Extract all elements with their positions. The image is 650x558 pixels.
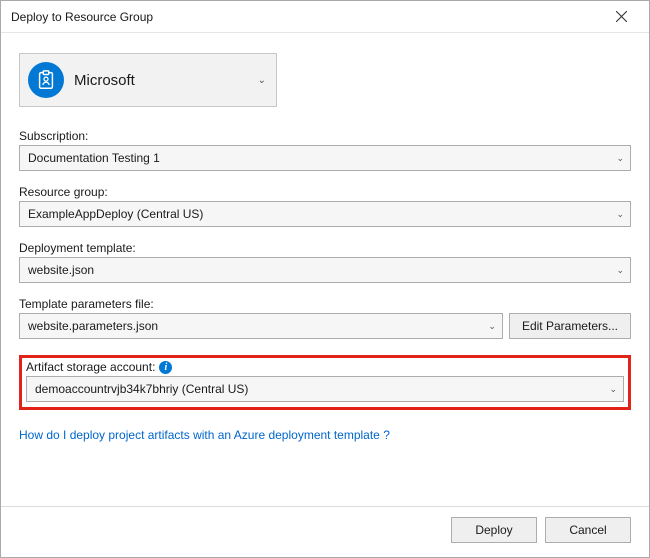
artifact-storage-value: demoaccountrvjb34k7bhriy (Central US) bbox=[35, 382, 609, 396]
subscription-field: Subscription: Documentation Testing 1 ⌄ bbox=[19, 129, 631, 171]
chevron-down-icon: ⌄ bbox=[488, 321, 496, 332]
artifact-storage-label-text: Artifact storage account: bbox=[26, 360, 155, 374]
template-params-field: Template parameters file: website.parame… bbox=[19, 297, 631, 339]
resource-group-dropdown[interactable]: ExampleAppDeploy (Central US) ⌄ bbox=[19, 201, 631, 227]
template-params-dropdown[interactable]: website.parameters.json ⌄ bbox=[19, 313, 503, 339]
resource-group-field: Resource group: ExampleAppDeploy (Centra… bbox=[19, 185, 631, 227]
chevron-down-icon: ⌄ bbox=[616, 153, 624, 164]
close-button[interactable] bbox=[601, 3, 641, 31]
deploy-dialog: Deploy to Resource Group Microsoft ⌄ Sub bbox=[0, 0, 650, 558]
artifact-storage-highlight: Artifact storage account: i demoaccountr… bbox=[19, 355, 631, 410]
account-name: Microsoft bbox=[74, 72, 258, 89]
chevron-down-icon: ⌄ bbox=[258, 75, 266, 86]
chevron-down-icon: ⌄ bbox=[616, 265, 624, 276]
badge-icon bbox=[28, 62, 64, 98]
deployment-template-dropdown[interactable]: website.json ⌄ bbox=[19, 257, 631, 283]
chevron-down-icon: ⌄ bbox=[609, 384, 617, 395]
subscription-dropdown[interactable]: Documentation Testing 1 ⌄ bbox=[19, 145, 631, 171]
dialog-content: Microsoft ⌄ Subscription: Documentation … bbox=[1, 33, 649, 506]
subscription-label: Subscription: bbox=[19, 129, 631, 143]
close-icon bbox=[616, 11, 627, 22]
template-params-label: Template parameters file: bbox=[19, 297, 631, 311]
window-title: Deploy to Resource Group bbox=[11, 10, 601, 24]
resource-group-label: Resource group: bbox=[19, 185, 631, 199]
info-icon[interactable]: i bbox=[159, 361, 172, 374]
artifact-storage-label: Artifact storage account: i bbox=[26, 360, 624, 374]
account-picker[interactable]: Microsoft ⌄ bbox=[19, 53, 277, 107]
subscription-value: Documentation Testing 1 bbox=[28, 151, 616, 165]
deployment-template-field: Deployment template: website.json ⌄ bbox=[19, 241, 631, 283]
edit-parameters-button[interactable]: Edit Parameters... bbox=[509, 313, 631, 339]
dialog-footer: Deploy Cancel bbox=[1, 506, 649, 557]
template-params-value: website.parameters.json bbox=[28, 319, 488, 333]
deploy-button[interactable]: Deploy bbox=[451, 517, 537, 543]
cancel-button[interactable]: Cancel bbox=[545, 517, 631, 543]
resource-group-value: ExampleAppDeploy (Central US) bbox=[28, 207, 616, 221]
titlebar: Deploy to Resource Group bbox=[1, 1, 649, 33]
artifact-storage-dropdown[interactable]: demoaccountrvjb34k7bhriy (Central US) ⌄ bbox=[26, 376, 624, 402]
deployment-template-value: website.json bbox=[28, 263, 616, 277]
chevron-down-icon: ⌄ bbox=[616, 209, 624, 220]
help-link[interactable]: How do I deploy project artifacts with a… bbox=[19, 428, 631, 442]
deployment-template-label: Deployment template: bbox=[19, 241, 631, 255]
